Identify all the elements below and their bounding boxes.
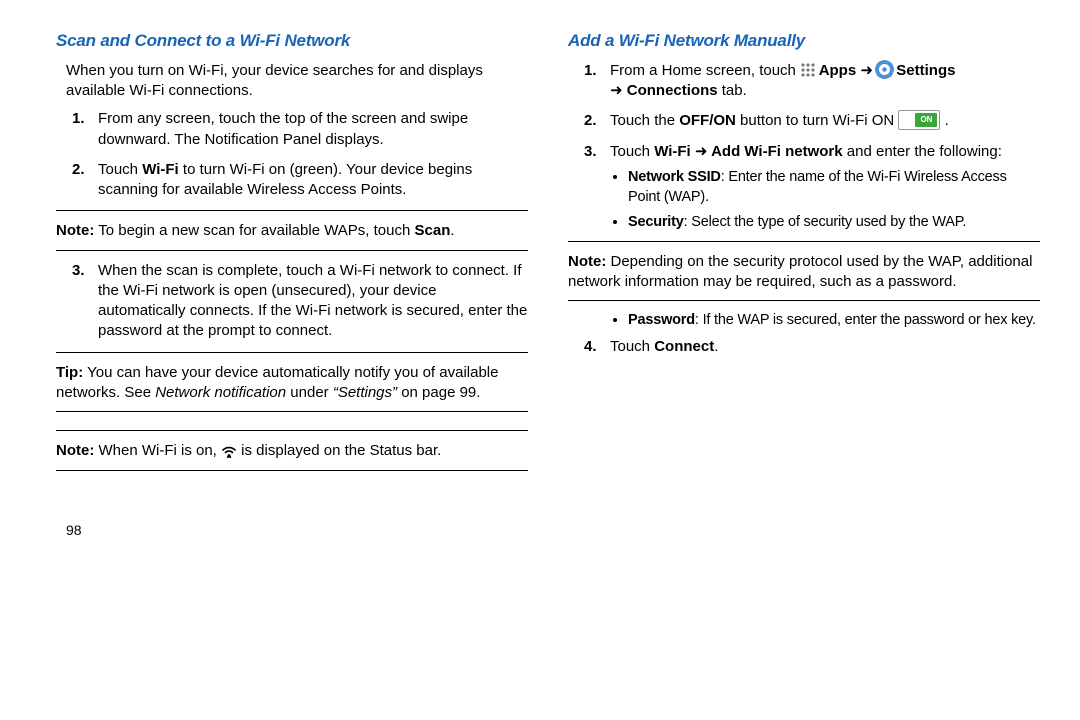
steps-add-cont: Touch Connect. — [582, 337, 1040, 357]
wifi-label: Wi-Fi — [142, 161, 179, 178]
text: tab. — [718, 82, 747, 99]
note-statusbar: Note: When Wi-Fi is on, is displayed on … — [56, 441, 528, 461]
text: Touch the — [610, 112, 679, 129]
settings-label: Settings — [892, 62, 955, 79]
ssid-label: Network SSID — [628, 169, 721, 185]
step-2: Touch the OFF/ON button to turn Wi-Fi ON… — [610, 111, 1040, 131]
settings-icon — [877, 62, 892, 77]
password-label: Password — [628, 312, 695, 328]
apps-label: Apps — [815, 62, 860, 79]
right-column: Add a Wi-Fi Network Manually From a Home… — [568, 30, 1040, 539]
steps-scan: From any screen, touch the top of the sc… — [70, 109, 528, 200]
note-label: Note: — [568, 253, 606, 270]
divider — [56, 430, 528, 431]
step-1: From a Home screen, touch Apps ➜ Setting… — [610, 61, 1040, 102]
divider — [56, 470, 528, 471]
text: To begin a new scan for available WAPs, … — [94, 222, 414, 239]
apps-icon — [800, 62, 815, 77]
toggle-on-icon — [898, 110, 940, 130]
text: is displayed on the Status bar. — [237, 442, 441, 459]
bullet-ssid: Network SSID: Enter the name of the Wi-F… — [628, 168, 1040, 207]
arrow-icon: ➜ — [860, 62, 873, 79]
bullet-password: Password: If the WAP is secured, enter t… — [628, 311, 1040, 331]
text: Touch — [610, 143, 654, 160]
wifi-icon — [221, 441, 237, 461]
divider — [56, 250, 528, 251]
text: Depending on the security protocol used … — [568, 253, 1032, 290]
text: . — [450, 222, 454, 239]
divider — [568, 241, 1040, 242]
text: and enter the following: — [843, 143, 1002, 160]
divider — [568, 300, 1040, 301]
divider — [56, 411, 528, 412]
arrow-icon: ➜ — [695, 143, 708, 160]
divider — [56, 352, 528, 353]
tip-block: Tip: You can have your device automatica… — [56, 363, 528, 404]
connect-label: Connect — [654, 338, 714, 355]
field-list-2: Password: If the WAP is secured, enter t… — [610, 311, 1040, 331]
text: Touch — [98, 161, 142, 178]
divider — [56, 210, 528, 211]
arrow-icon: ➜ — [610, 82, 623, 99]
left-column: Scan and Connect to a Wi-Fi Network When… — [56, 30, 528, 539]
page-number: 98 — [56, 521, 528, 540]
text: : Select the type of security used by th… — [684, 214, 967, 230]
text: From a Home screen, touch — [610, 62, 800, 79]
text: button to turn Wi-Fi ON — [736, 112, 899, 129]
intro-text: When you turn on Wi-Fi, your device sear… — [66, 61, 528, 102]
text: : If the WAP is secured, enter the passw… — [695, 312, 1036, 328]
security-label: Security — [628, 214, 684, 230]
step-1: From any screen, touch the top of the sc… — [98, 109, 528, 150]
settings-ref: “Settings” — [333, 384, 397, 401]
offon-label: OFF/ON — [679, 112, 736, 129]
text: under — [286, 384, 333, 401]
note-label: Note: — [56, 442, 94, 459]
field-list: Network SSID: Enter the name of the Wi-F… — [610, 168, 1040, 233]
text: . — [714, 338, 718, 355]
tip-label: Tip: — [56, 364, 83, 381]
step-2: Touch Wi-Fi to turn Wi-Fi on (green). Yo… — [98, 160, 528, 201]
scan-label: Scan — [415, 222, 451, 239]
note-label: Note: — [56, 222, 94, 239]
steps-scan-cont: When the scan is complete, touch a Wi-Fi… — [70, 261, 528, 342]
note-scan: Note: To begin a new scan for available … — [56, 221, 528, 241]
steps-add: From a Home screen, touch Apps ➜ Setting… — [582, 61, 1040, 233]
step-3: When the scan is complete, touch a Wi-Fi… — [98, 261, 528, 342]
text: . — [940, 112, 948, 129]
step-4: Touch Connect. — [610, 337, 1040, 357]
wifi-label: Wi-Fi — [654, 143, 695, 160]
network-notification-ref: Network notification — [155, 384, 286, 401]
heading-add-manually: Add a Wi-Fi Network Manually — [568, 30, 1040, 53]
add-wifi-label: Add Wi-Fi network — [707, 143, 842, 160]
step-3: Touch Wi-Fi ➜ Add Wi-Fi network and ente… — [610, 142, 1040, 233]
text: When Wi-Fi is on, — [94, 442, 221, 459]
connections-label: Connections — [623, 82, 718, 99]
bullet-security: Security: Select the type of security us… — [628, 213, 1040, 233]
note-protocol: Note: Depending on the security protocol… — [568, 252, 1040, 293]
text: on page 99. — [397, 384, 480, 401]
heading-scan-connect: Scan and Connect to a Wi-Fi Network — [56, 30, 528, 53]
text: Touch — [610, 338, 654, 355]
